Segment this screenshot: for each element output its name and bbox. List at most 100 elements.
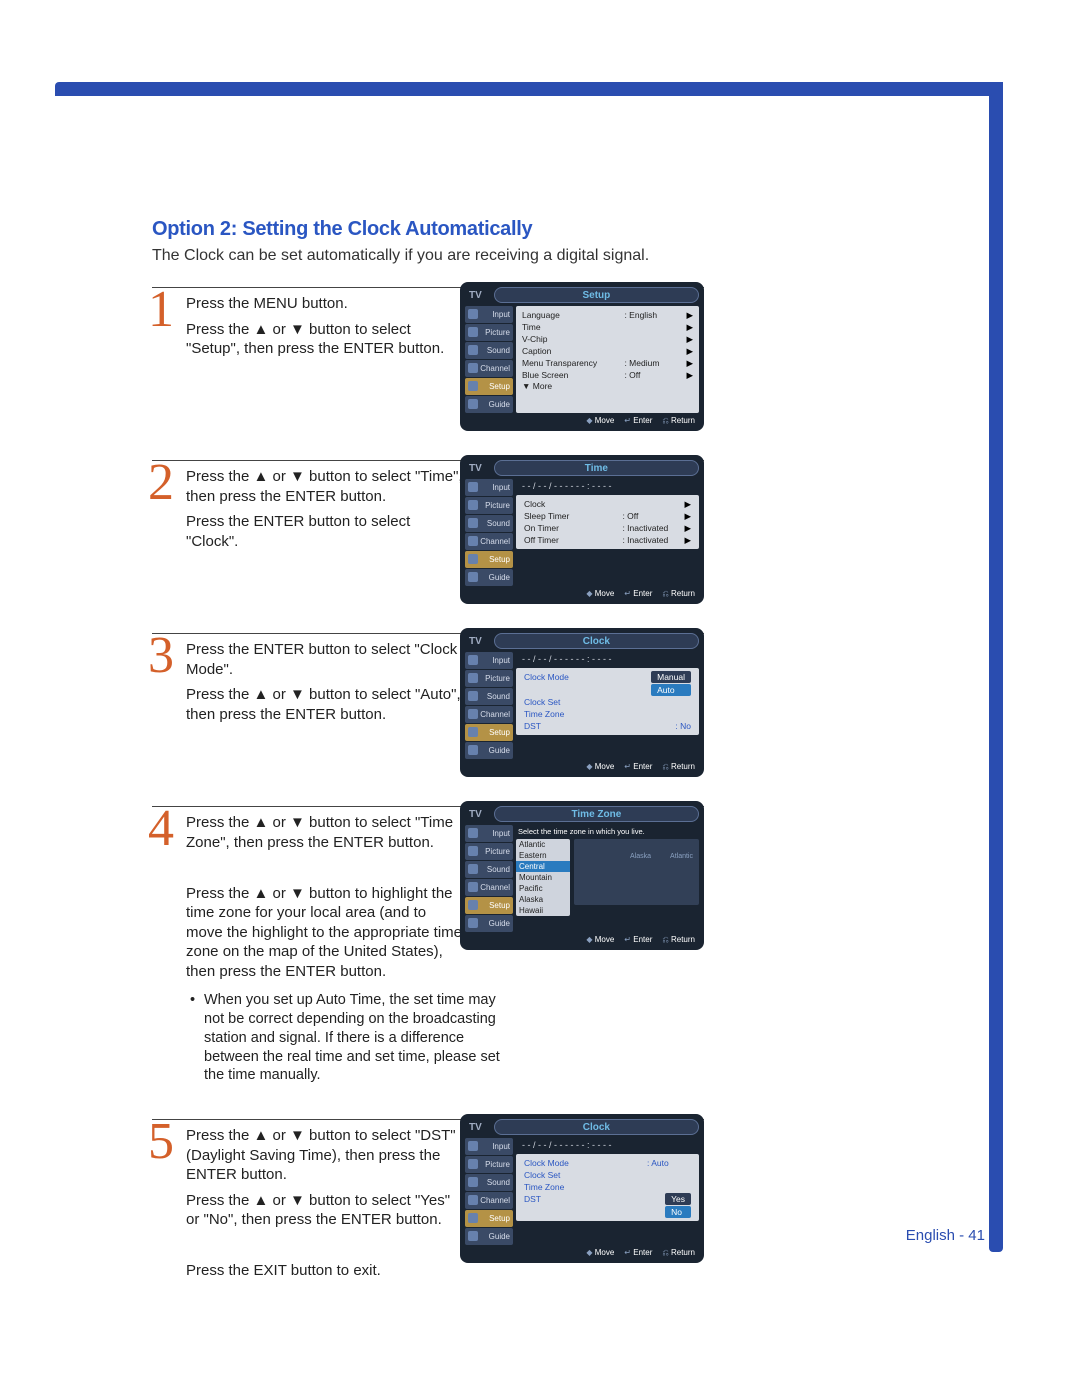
step-note: •When you set up Auto Time, the set time… bbox=[204, 991, 504, 1085]
osd-tab-setup[interactable]: Setup bbox=[465, 378, 513, 395]
osd-tab-picture[interactable]: Picture bbox=[465, 497, 513, 514]
step-text: Press the ▲ or ▼ button to select "Time … bbox=[186, 813, 464, 1085]
option-manual[interactable]: Manual bbox=[651, 671, 691, 683]
step-1: 1 Press the MENU button. Press the ▲ or … bbox=[152, 287, 704, 434]
step-number: 2 bbox=[148, 457, 174, 509]
osd-panel: Select the time zone in which you live. … bbox=[516, 825, 699, 932]
step-5: 5 Press the ▲ or ▼ button to select "DST… bbox=[152, 1119, 704, 1281]
page-decor-top bbox=[55, 82, 1003, 96]
step-line bbox=[186, 858, 464, 878]
tz-option-selected[interactable]: Central bbox=[516, 861, 570, 872]
page-number: English - 41 bbox=[906, 1227, 985, 1244]
osd-tabs: Input Picture Sound Channel Setup Guide bbox=[465, 479, 513, 586]
osd-setup: TV Setup Input Picture Sound Channel Set… bbox=[460, 282, 704, 431]
osd-tab-sound[interactable]: Sound bbox=[465, 1174, 513, 1191]
tz-option[interactable]: Eastern bbox=[516, 850, 570, 861]
osd-footer: ◆ Move ↵ Enter ⎌ Return bbox=[465, 1248, 699, 1258]
tz-option[interactable]: Mountain bbox=[516, 872, 570, 883]
osd-tab-channel[interactable]: Channel bbox=[465, 360, 513, 377]
osd-tabs: Input Picture Sound Channel Setup Guide bbox=[465, 306, 513, 413]
osd-tab-input[interactable]: Input bbox=[465, 1138, 513, 1155]
option-auto[interactable]: Auto bbox=[651, 684, 691, 696]
osd-prompt: Select the time zone in which you live. bbox=[516, 825, 699, 839]
osd-tab-setup[interactable]: Setup bbox=[465, 551, 513, 568]
osd-footer: ◆ Move ↵ Enter ⎌ Return bbox=[465, 589, 699, 599]
step-number: 1 bbox=[148, 284, 174, 336]
osd-title: Setup bbox=[583, 290, 611, 301]
option-yes[interactable]: Yes bbox=[665, 1193, 691, 1205]
osd-clock-empty: - - / - - / - - - - - - : - - - - bbox=[516, 1138, 699, 1152]
osd-tab-channel[interactable]: Channel bbox=[465, 1192, 513, 1209]
osd-timezone: TV Time Zone Input Picture Sound Channel… bbox=[460, 801, 704, 950]
osd-title: Time bbox=[585, 463, 608, 474]
osd-tab-picture[interactable]: Picture bbox=[465, 670, 513, 687]
step-number: 3 bbox=[148, 630, 174, 682]
tz-option[interactable]: Alaska bbox=[516, 894, 570, 905]
osd-clock-dst: TV Clock Input Picture Sound Channel Set… bbox=[460, 1114, 704, 1263]
page-decor-right bbox=[989, 82, 1003, 1252]
osd-tabs: Input Picture Sound Channel Setup Guide bbox=[465, 652, 513, 759]
osd-panel: Language: English▶ Time▶ V-Chip▶ Caption… bbox=[516, 306, 699, 413]
osd-tab-setup[interactable]: Setup bbox=[465, 897, 513, 914]
osd-tab-guide[interactable]: Guide bbox=[465, 569, 513, 586]
osd-tab-guide[interactable]: Guide bbox=[465, 742, 513, 759]
osd-tab-sound[interactable]: Sound bbox=[465, 515, 513, 532]
osd-more: ▼ More bbox=[518, 381, 697, 391]
step-2: 2 Press the ▲ or ▼ button to select "Tim… bbox=[152, 460, 704, 607]
osd-tab-setup[interactable]: Setup bbox=[465, 724, 513, 741]
tz-option[interactable]: Hawaii bbox=[516, 905, 570, 916]
osd-tab-sound[interactable]: Sound bbox=[465, 342, 513, 359]
osd-time: TV Time Input Picture Sound Channel Setu… bbox=[460, 455, 704, 604]
osd-panel: - - / - - / - - - - - - : - - - - Clock … bbox=[516, 652, 699, 759]
step-3: 3 Press the ENTER button to select "Cloc… bbox=[152, 633, 704, 780]
osd-footer: ◆ Move ↵ Enter ⎌ Return bbox=[465, 935, 699, 945]
step-number: 5 bbox=[148, 1116, 174, 1168]
osd-tab-setup[interactable]: Setup bbox=[465, 1210, 513, 1227]
osd-tabs: Input Picture Sound Channel Setup Guide bbox=[465, 1138, 513, 1245]
step-text: Press the ▲ or ▼ button to select "Time"… bbox=[186, 467, 464, 551]
osd-title: Clock bbox=[583, 1122, 610, 1133]
timezone-list[interactable]: Atlantic Eastern Central Mountain Pacifi… bbox=[516, 839, 570, 916]
osd-tab-channel[interactable]: Channel bbox=[465, 706, 513, 723]
osd-tab-picture[interactable]: Picture bbox=[465, 1156, 513, 1173]
osd-tab-picture[interactable]: Picture bbox=[465, 843, 513, 860]
osd-tv-label: TV bbox=[465, 463, 482, 474]
osd-tab-guide[interactable]: Guide bbox=[465, 1228, 513, 1245]
step-line: Press the ENTER button to select "Clock"… bbox=[186, 512, 464, 551]
osd-tab-guide[interactable]: Guide bbox=[465, 915, 513, 932]
osd-footer: ◆ Move ↵ Enter ⎌ Return bbox=[465, 762, 699, 772]
step-line: Press the ▲ or ▼ button to select "DST"(… bbox=[186, 1126, 464, 1185]
heading: Option 2: Setting the Clock Automaticall… bbox=[152, 218, 704, 241]
osd-tab-sound[interactable]: Sound bbox=[465, 688, 513, 705]
intro-text: The Clock can be set automatically if yo… bbox=[152, 247, 704, 265]
osd-tab-input[interactable]: Input bbox=[465, 479, 513, 496]
step-line: Press the ENTER button to select "Clock … bbox=[186, 640, 464, 679]
tz-option[interactable]: Atlantic bbox=[516, 839, 570, 850]
osd-tab-picture[interactable]: Picture bbox=[465, 324, 513, 341]
step-line: Press the ▲ or ▼ button to select "Setup… bbox=[186, 320, 464, 359]
tz-option[interactable]: Pacific bbox=[516, 883, 570, 894]
osd-clock-empty: - - / - - / - - - - - - : - - - - bbox=[516, 479, 699, 493]
step-line: Press the ▲ or ▼ button to select "Auto"… bbox=[186, 685, 464, 724]
osd-tab-channel[interactable]: Channel bbox=[465, 879, 513, 896]
option-no[interactable]: No bbox=[665, 1206, 691, 1218]
timezone-map: Alaska Atlantic bbox=[574, 839, 699, 905]
osd-tab-input[interactable]: Input bbox=[465, 652, 513, 669]
osd-tab-input[interactable]: Input bbox=[465, 306, 513, 323]
osd-clock-empty: - - / - - / - - - - - - : - - - - bbox=[516, 652, 699, 666]
osd-title: Clock bbox=[583, 636, 610, 647]
osd-tv-label: TV bbox=[465, 636, 482, 647]
osd-tab-sound[interactable]: Sound bbox=[465, 861, 513, 878]
step-number: 4 bbox=[148, 803, 174, 855]
step-line: Press the MENU button. bbox=[186, 294, 464, 314]
osd-footer: ◆ Move ↵ Enter ⎌ Return bbox=[465, 416, 699, 426]
osd-tab-guide[interactable]: Guide bbox=[465, 396, 513, 413]
step-4: 4 Press the ▲ or ▼ button to select "Tim… bbox=[152, 806, 704, 1093]
step-text: Press the ENTER button to select "Clock … bbox=[186, 640, 464, 724]
osd-tab-channel[interactable]: Channel bbox=[465, 533, 513, 550]
osd-tabs: Input Picture Sound Channel Setup Guide bbox=[465, 825, 513, 932]
step-line: Press the ▲ or ▼ button to highlight the… bbox=[186, 884, 464, 982]
osd-tv-label: TV bbox=[465, 290, 482, 301]
osd-tab-input[interactable]: Input bbox=[465, 825, 513, 842]
step-line bbox=[186, 1236, 464, 1256]
